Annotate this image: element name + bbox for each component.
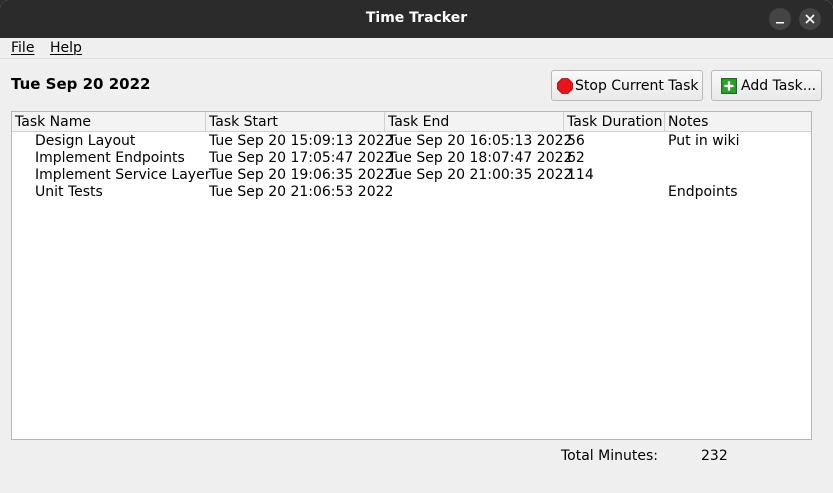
menu-bar: File Help bbox=[0, 38, 833, 59]
add-task-label: Add Task... bbox=[741, 77, 817, 94]
table-row[interactable]: Unit Tests Tue Sep 20 21:06:53 2022 Endp… bbox=[12, 184, 811, 201]
minimize-button[interactable] bbox=[769, 8, 791, 30]
plus-box-icon bbox=[721, 77, 737, 94]
task-end-cell: Tue Sep 20 21:00:35 2022 bbox=[388, 167, 573, 183]
column-header-notes[interactable]: Notes bbox=[665, 112, 811, 132]
current-date: Tue Sep 20 2022 bbox=[11, 75, 151, 93]
close-button[interactable] bbox=[799, 8, 821, 30]
table-header: Task Name Task Start Task End Task Durat… bbox=[12, 112, 811, 132]
task-table[interactable]: Task Name Task Start Task End Task Durat… bbox=[11, 111, 812, 440]
column-header-task-end[interactable]: Task End bbox=[385, 112, 564, 132]
column-header-task-start[interactable]: Task Start bbox=[206, 112, 385, 132]
task-notes-cell: Put in wiki bbox=[668, 133, 740, 149]
task-notes-cell: Endpoints bbox=[668, 184, 738, 200]
table-row[interactable]: Design Layout Tue Sep 20 15:09:13 2022 T… bbox=[12, 133, 811, 150]
stop-current-task-button[interactable]: Stop Current Task bbox=[551, 70, 703, 101]
task-end-cell: Tue Sep 20 18:07:47 2022 bbox=[388, 150, 573, 166]
task-duration-cell: 114 bbox=[567, 167, 594, 183]
stop-sign-icon bbox=[557, 77, 573, 94]
close-icon bbox=[805, 14, 815, 24]
add-task-button[interactable]: Add Task... bbox=[711, 70, 822, 101]
total-minutes-value: 232 bbox=[701, 448, 728, 464]
title-bar[interactable]: Time Tracker bbox=[0, 0, 833, 38]
task-name-cell: Implement Endpoints bbox=[35, 150, 185, 166]
menu-help-label: Help bbox=[50, 40, 82, 56]
task-duration-cell: 56 bbox=[567, 133, 585, 149]
task-start-cell: Tue Sep 20 15:09:13 2022 bbox=[209, 133, 394, 149]
task-start-cell: Tue Sep 20 21:06:53 2022 bbox=[209, 184, 394, 200]
stop-current-task-label: Stop Current Task bbox=[575, 77, 699, 94]
menu-file-label: File bbox=[11, 40, 35, 56]
task-name-cell: Unit Tests bbox=[35, 184, 103, 200]
task-duration-cell: 62 bbox=[567, 150, 585, 166]
table-row[interactable]: Implement Endpoints Tue Sep 20 17:05:47 … bbox=[12, 150, 811, 167]
task-start-cell: Tue Sep 20 19:06:35 2022 bbox=[209, 167, 394, 183]
menu-help[interactable]: Help bbox=[50, 40, 82, 56]
column-header-task-name[interactable]: Task Name bbox=[12, 112, 206, 132]
task-end-cell: Tue Sep 20 16:05:13 2022 bbox=[388, 133, 573, 149]
app-window: Time Tracker File Help Tue Sep 20 2022 S… bbox=[0, 0, 833, 493]
table-row[interactable]: Implement Service Layer Tue Sep 20 19:06… bbox=[12, 167, 811, 184]
window-title: Time Tracker bbox=[365, 10, 468, 26]
minimize-icon bbox=[776, 22, 784, 24]
task-start-cell: Tue Sep 20 17:05:47 2022 bbox=[209, 150, 394, 166]
task-name-cell: Implement Service Layer bbox=[35, 167, 211, 183]
column-header-task-duration[interactable]: Task Duration bbox=[564, 112, 665, 132]
task-name-cell: Design Layout bbox=[35, 133, 136, 149]
menu-file[interactable]: File bbox=[11, 40, 34, 56]
total-minutes-label: Total Minutes: bbox=[561, 448, 658, 464]
